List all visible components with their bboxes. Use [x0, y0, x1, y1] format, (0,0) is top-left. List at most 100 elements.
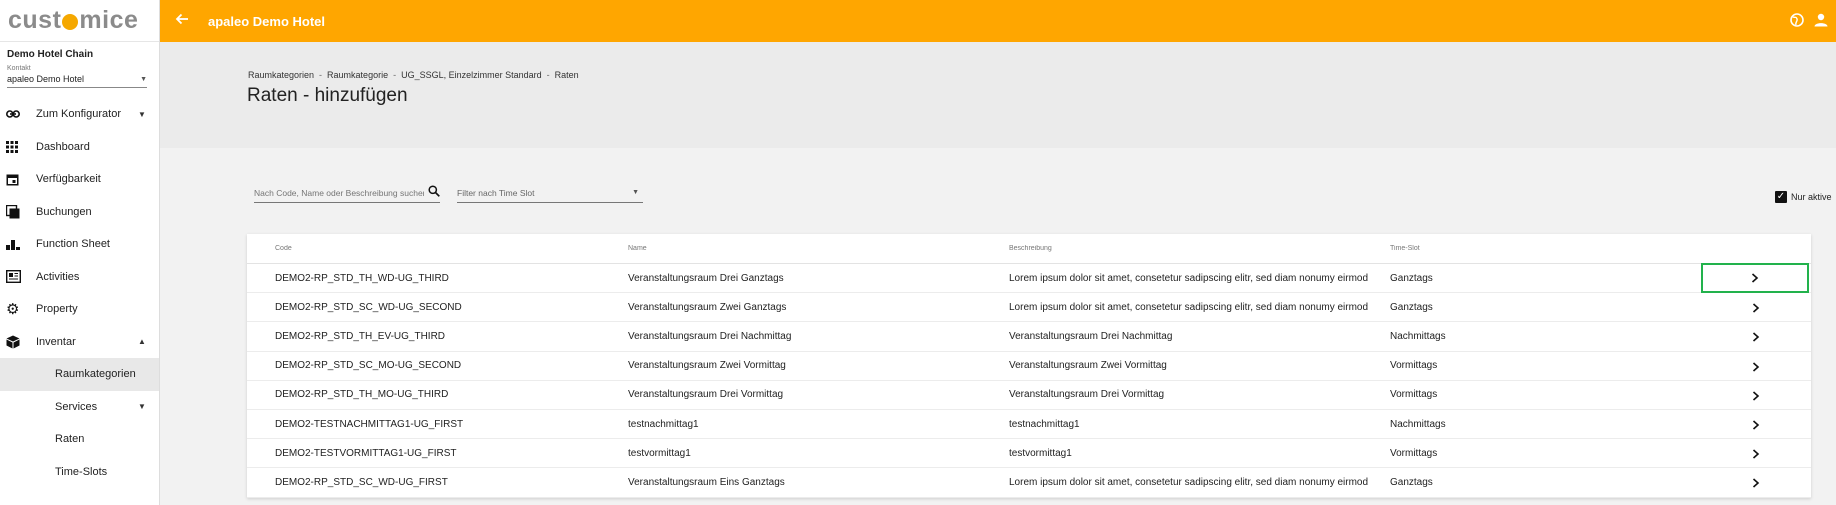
rates-table: Code Name Beschreibung Time-Slot DEMO2-R…	[247, 234, 1811, 498]
search-icon[interactable]	[428, 185, 440, 200]
cell-timeslot: Ganztags	[1390, 476, 1433, 488]
cell-description: testvormittag1	[1009, 447, 1072, 459]
sidebar-item-konfigurator[interactable]: Zum Konfigurator ▼	[0, 98, 159, 131]
sidebar-item-activities[interactable]: Activities	[0, 261, 159, 294]
table-row[interactable]: DEMO2-RP_STD_TH_MO-UG_THIRD Veranstaltun…	[247, 381, 1811, 410]
chevron-right-icon[interactable]	[1702, 469, 1810, 497]
link-icon	[6, 109, 36, 119]
cell-code: DEMO2-RP_STD_SC_MO-UG_SECOND	[275, 360, 462, 372]
table-row[interactable]: DEMO2-TESTVORMITTAG1-UG_FIRST testvormit…	[247, 439, 1811, 469]
copy-icon	[6, 204, 36, 219]
sidebar-item-label: Buchungen	[36, 205, 92, 218]
breadcrumb-separator: -	[393, 70, 397, 80]
cell-name: Veranstaltungsraum Drei Nachmittag	[628, 330, 792, 342]
caret-down-icon: ▼	[138, 402, 146, 412]
cell-description: Veranstaltungsraum Zwei Vormittag	[1009, 360, 1167, 372]
sidebar-item-label: Zum Konfigurator	[36, 108, 121, 121]
chevron-right-icon[interactable]	[1702, 411, 1810, 439]
column-header-description[interactable]: Beschreibung	[1009, 245, 1390, 252]
topbar-actions	[1790, 12, 1836, 30]
app-logo[interactable]: cust mice	[0, 0, 159, 42]
context-value: apaleo Demo Hotel	[7, 74, 85, 84]
bar-chart-icon	[6, 238, 36, 251]
sidebar-item-buchungen[interactable]: Buchungen	[0, 196, 159, 229]
cell-description: Veranstaltungsraum Drei Nachmittag	[1009, 330, 1173, 342]
column-header-code[interactable]: Code	[247, 245, 628, 252]
sidebar-item-verfuegbarkeit[interactable]: Verfügbarkeit	[0, 163, 159, 196]
chevron-right-icon[interactable]	[1702, 382, 1810, 410]
chevron-right-icon[interactable]	[1702, 294, 1810, 322]
caret-up-icon: ▲	[138, 337, 146, 347]
search-input[interactable]	[254, 187, 424, 198]
chevron-right-icon[interactable]	[1702, 353, 1810, 381]
sidebar-item-label: Property	[36, 303, 78, 316]
only-active-checkbox[interactable]: ✓ Nur aktive	[1775, 191, 1832, 203]
sidebar-subitem-services[interactable]: Services ▼	[0, 391, 159, 424]
breadcrumb-item: Raten	[554, 70, 579, 80]
cell-code: DEMO2-RP_STD_TH_WD-UG_THIRD	[275, 272, 449, 284]
breadcrumb-item[interactable]: Raumkategorie	[327, 70, 388, 80]
cell-name: testvormittag1	[628, 447, 691, 459]
top-bar: apaleo Demo Hotel	[160, 0, 1836, 42]
sidebar-nav: Zum Konfigurator ▼ Dashboard Verfügbarke…	[0, 98, 159, 488]
sidebar-item-label: Verfügbarkeit	[36, 173, 101, 186]
cell-code: DEMO2-TESTNACHMITTAG1-UG_FIRST	[275, 418, 464, 430]
sidebar-subitem-label: Services	[55, 400, 98, 413]
cell-timeslot: Nachmittags	[1390, 330, 1446, 342]
column-header-name[interactable]: Name	[628, 245, 1009, 252]
table-row[interactable]: DEMO2-RP_STD_SC_WD-UG_FIRST Veranstaltun…	[247, 468, 1811, 498]
breadcrumb-item[interactable]: UG_SSGL, Einzelzimmer Standard	[401, 70, 542, 80]
breadcrumb-item[interactable]: Raumkategorien	[248, 70, 314, 80]
cell-timeslot: Vormittags	[1390, 360, 1438, 372]
sidebar-item-dashboard[interactable]: Dashboard	[0, 131, 159, 164]
sidebar-item-inventar[interactable]: Inventar ▲	[0, 326, 159, 359]
sidebar-item-function-sheet[interactable]: Function Sheet	[0, 228, 159, 261]
cell-description: testnachmittag1	[1009, 418, 1080, 430]
chevron-right-icon[interactable]	[1702, 323, 1810, 351]
table-row[interactable]: DEMO2-RP_STD_SC_WD-UG_SECOND Veranstaltu…	[247, 293, 1811, 323]
sidebar-subitem-raumkategorien[interactable]: Raumkategorien	[0, 358, 159, 391]
sidebar-item-label: Activities	[36, 270, 80, 283]
table-row[interactable]: DEMO2-RP_STD_TH_EV-UG_THIRD Veranstaltun…	[247, 322, 1811, 352]
sidebar-subitem-label: Raten	[55, 433, 85, 446]
gear-icon: ⚙	[6, 301, 20, 319]
page-header: Raumkategorien - Raumkategorie - UG_SSGL…	[160, 42, 1836, 148]
cube-icon	[6, 335, 36, 349]
calendar-icon	[6, 173, 36, 186]
cell-timeslot: Vormittags	[1390, 447, 1438, 459]
context-select[interactable]: apaleo Demo Hotel ▼	[7, 72, 147, 88]
checkbox-checked-icon[interactable]: ✓	[1775, 191, 1787, 203]
newspaper-icon	[6, 270, 36, 284]
only-active-label: Nur aktive	[1791, 192, 1832, 202]
table-row[interactable]: DEMO2-TESTNACHMITTAG1-UG_FIRST testnachm…	[247, 410, 1811, 440]
sidebar-subitem-time-slots[interactable]: Time-Slots	[0, 456, 159, 489]
caret-down-icon: ▼	[632, 189, 639, 196]
sidebar-subitem-raten[interactable]: Raten	[0, 423, 159, 456]
cell-timeslot: Ganztags	[1390, 272, 1433, 284]
cell-description: Lorem ipsum dolor sit amet, consetetur s…	[1009, 476, 1369, 488]
breadcrumb-separator: -	[546, 70, 550, 80]
chevron-right-icon[interactable]	[1702, 440, 1810, 468]
globe-icon[interactable]	[1790, 12, 1804, 30]
caret-down-icon: ▼	[140, 75, 147, 83]
cell-description: Veranstaltungsraum Drei Vormittag	[1009, 389, 1165, 401]
cell-timeslot: Ganztags	[1390, 301, 1433, 313]
table-row[interactable]: DEMO2-RP_STD_TH_WD-UG_THIRD Veranstaltun…	[247, 263, 1811, 294]
timeslot-filter-select[interactable]: Filter nach Time Slot ▼	[457, 183, 643, 203]
user-icon[interactable]	[1814, 13, 1828, 30]
chevron-right-icon[interactable]	[1701, 263, 1809, 293]
cell-code: DEMO2-RP_STD_TH_MO-UG_THIRD	[275, 389, 449, 401]
table-row[interactable]: DEMO2-RP_STD_SC_MO-UG_SECOND Veranstaltu…	[247, 352, 1811, 381]
sidebar-item-property[interactable]: ⚙ Property	[0, 293, 159, 326]
cell-code: DEMO2-RP_STD_TH_EV-UG_THIRD	[275, 330, 446, 342]
search-field[interactable]	[254, 183, 440, 203]
sidebar-item-label: Inventar	[36, 335, 76, 348]
column-header-timeslot[interactable]: Time-Slot	[1390, 245, 1590, 252]
sidebar-item-label: Dashboard	[36, 140, 90, 153]
org-context: Demo Hotel Chain Kontakt apaleo Demo Hot…	[0, 42, 159, 88]
page-title: Raten - hinzufügen	[247, 85, 408, 106]
breadcrumb-separator: -	[319, 70, 323, 80]
back-arrow-icon[interactable]	[162, 12, 202, 30]
timeslot-filter-placeholder: Filter nach Time Slot	[457, 187, 535, 198]
cell-name: Veranstaltungsraum Drei Vormittag	[628, 389, 784, 401]
